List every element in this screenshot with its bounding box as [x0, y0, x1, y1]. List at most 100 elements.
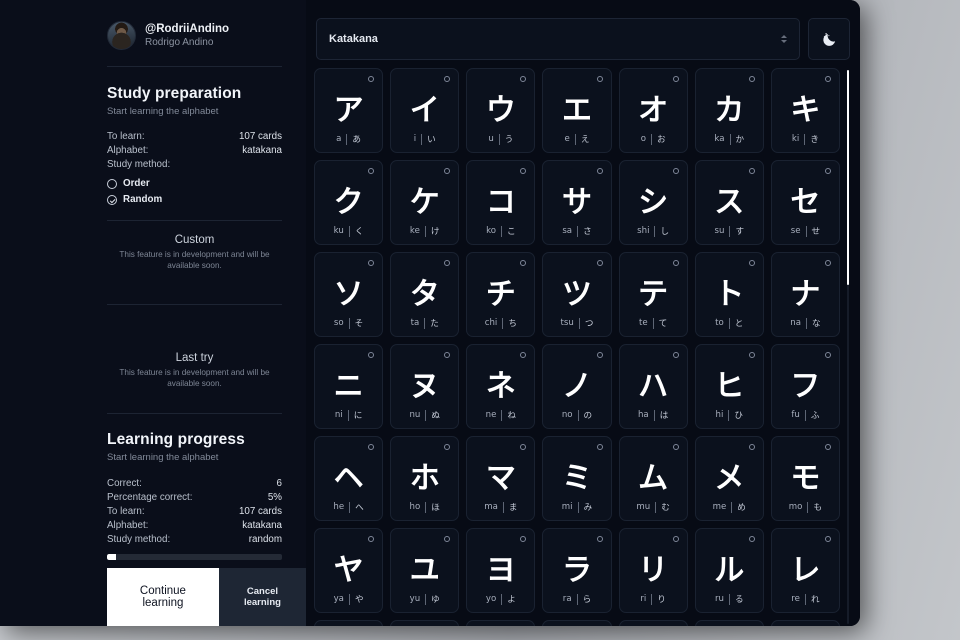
kana-card-select-circle-icon[interactable]	[444, 352, 451, 358]
kana-card-select-circle-icon[interactable]	[825, 352, 831, 358]
kana-card[interactable]: シ shi し	[618, 160, 688, 245]
kana-card[interactable]: ロroろ	[314, 620, 384, 626]
kana-card[interactable]: ヘ he へ	[314, 436, 384, 521]
kana-card-select-circle-icon[interactable]	[748, 444, 755, 450]
kana-card[interactable]: ウuう	[466, 68, 536, 153]
kana-card-select-circle-icon[interactable]	[672, 536, 679, 542]
kana-card-select-circle-icon[interactable]	[520, 260, 527, 266]
kana-card[interactable]: イiい	[390, 68, 460, 153]
kana-card[interactable]: モ mo も	[770, 436, 840, 521]
kana-card[interactable]: グguぐ	[770, 620, 840, 626]
kana-card[interactable]: ク ku く	[314, 160, 384, 245]
kana-card[interactable]: フ fu ふ	[770, 344, 840, 429]
kana-card[interactable]: チ chi ち	[466, 252, 536, 337]
kana-card-select-circle-icon[interactable]	[748, 76, 755, 82]
study-method-option-order[interactable]: Order	[107, 176, 282, 192]
study-method-option-random[interactable]: Random	[107, 192, 282, 208]
kana-card-select-circle-icon[interactable]	[596, 352, 603, 358]
kana-grid-scroll-area[interactable]: ア a あイ i いウ u うエ e えオ o おカ ka かキ ki きク ku くケ ke けコ ko こサ sa さシ…	[314, 68, 852, 626]
kana-card[interactable]: ワwaわ	[390, 620, 460, 626]
kana-card[interactable]: ミ mi み	[542, 436, 612, 521]
kana-card-select-circle-icon[interactable]	[520, 76, 527, 82]
kana-card[interactable]: マ ma ま	[466, 436, 536, 521]
kana-card-select-circle-icon[interactable]	[672, 444, 679, 450]
kana-card-select-circle-icon[interactable]	[672, 260, 679, 266]
kana-card-select-circle-icon[interactable]	[672, 352, 679, 358]
kana-card-select-circle-icon[interactable]	[596, 168, 603, 174]
kana-card[interactable]: ンnん	[542, 620, 612, 626]
kana-card[interactable]: メ me め	[694, 436, 764, 521]
kana-card-select-circle-icon[interactable]	[825, 76, 831, 82]
kana-card[interactable]: ト to と	[694, 252, 764, 337]
kana-card[interactable]: アaあ	[314, 68, 384, 153]
kana-card-select-circle-icon[interactable]	[596, 536, 603, 542]
kana-card[interactable]: カ ka か	[694, 68, 764, 153]
kana-card-select-circle-icon[interactable]	[672, 76, 679, 82]
kana-card-select-circle-icon[interactable]	[748, 352, 755, 358]
kana-card[interactable]: キ ki き	[770, 68, 840, 153]
kana-card[interactable]: ネ ne ね	[466, 344, 536, 429]
kana-card[interactable]: ヌ nu ぬ	[390, 344, 460, 429]
theme-toggle-button[interactable]	[808, 18, 850, 60]
kana-card-select-circle-icon[interactable]	[520, 536, 527, 542]
kana-card-select-circle-icon[interactable]	[748, 168, 755, 174]
kana-card[interactable]: ギgiぎ	[694, 620, 764, 626]
kana-card[interactable]: ケ ke け	[390, 160, 460, 245]
kana-card[interactable]: リ ri り	[618, 528, 688, 613]
kana-card-select-circle-icon[interactable]	[368, 168, 375, 174]
kana-card-select-circle-icon[interactable]	[444, 260, 451, 266]
kana-card-select-circle-icon[interactable]	[748, 260, 755, 266]
kana-card-select-circle-icon[interactable]	[444, 168, 451, 174]
kana-card-select-circle-icon[interactable]	[368, 260, 375, 266]
scrollbar-thumb[interactable]	[847, 70, 849, 285]
kana-card[interactable]: ノ no の	[542, 344, 612, 429]
kana-card-select-circle-icon[interactable]	[444, 444, 451, 450]
kana-card-select-circle-icon[interactable]	[368, 536, 375, 542]
kana-card-select-circle-icon[interactable]	[748, 536, 755, 542]
kana-card[interactable]: サ sa さ	[542, 160, 612, 245]
kana-card[interactable]: ヒ hi ひ	[694, 344, 764, 429]
kana-card-select-circle-icon[interactable]	[368, 352, 375, 358]
kana-card[interactable]: ナ na な	[770, 252, 840, 337]
kana-card[interactable]: ハ ha は	[618, 344, 688, 429]
kana-card[interactable]: オoお	[618, 68, 688, 153]
kana-card[interactable]: ガgaが	[618, 620, 688, 626]
kana-card[interactable]: エeえ	[542, 68, 612, 153]
kana-card-select-circle-icon[interactable]	[825, 168, 831, 174]
kana-card-select-circle-icon[interactable]	[672, 168, 679, 174]
kana-card-select-circle-icon[interactable]	[444, 76, 451, 82]
kana-card[interactable]: ル ru る	[694, 528, 764, 613]
kana-card[interactable]: ヲwoを	[466, 620, 536, 626]
user-profile[interactable]: @RodriiAndino Rodrigo Andino	[107, 0, 282, 66]
kana-card-select-circle-icon[interactable]	[520, 168, 527, 174]
kana-card[interactable]: ム mu む	[618, 436, 688, 521]
kana-card[interactable]: ラ ra ら	[542, 528, 612, 613]
kana-card-select-circle-icon[interactable]	[825, 444, 831, 450]
kana-card[interactable]: ソ so そ	[314, 252, 384, 337]
kana-card-select-circle-icon[interactable]	[444, 536, 451, 542]
kana-card-select-circle-icon[interactable]	[368, 76, 375, 82]
kana-card[interactable]: ツ tsu つ	[542, 252, 612, 337]
kana-card[interactable]: テ te て	[618, 252, 688, 337]
kana-card[interactable]: ニ ni に	[314, 344, 384, 429]
kana-card[interactable]: セ se せ	[770, 160, 840, 245]
alphabet-select[interactable]: Katakana	[316, 18, 800, 60]
kana-card[interactable]: コ ko こ	[466, 160, 536, 245]
continue-learning-button[interactable]: Continue learning	[107, 568, 219, 626]
kana-card-select-circle-icon[interactable]	[520, 352, 527, 358]
kana-card[interactable]: レ re れ	[770, 528, 840, 613]
kana-card-select-circle-icon[interactable]	[368, 444, 375, 450]
kana-card[interactable]: ユ yu ゆ	[390, 528, 460, 613]
kana-card-select-circle-icon[interactable]	[520, 444, 527, 450]
kana-card[interactable]: ホ ho ほ	[390, 436, 460, 521]
kana-card-select-circle-icon[interactable]	[596, 444, 603, 450]
kana-card-select-circle-icon[interactable]	[596, 76, 603, 82]
cancel-learning-button[interactable]: Cancel learning	[218, 568, 306, 626]
kana-card[interactable]: タ ta た	[390, 252, 460, 337]
kana-card-select-circle-icon[interactable]	[596, 260, 603, 266]
kana-card[interactable]: ス su す	[694, 160, 764, 245]
kana-card[interactable]: ヨ yo よ	[466, 528, 536, 613]
kana-card[interactable]: ヤ ya や	[314, 528, 384, 613]
kana-card-select-circle-icon[interactable]	[825, 536, 831, 542]
kana-card-select-circle-icon[interactable]	[825, 260, 831, 266]
